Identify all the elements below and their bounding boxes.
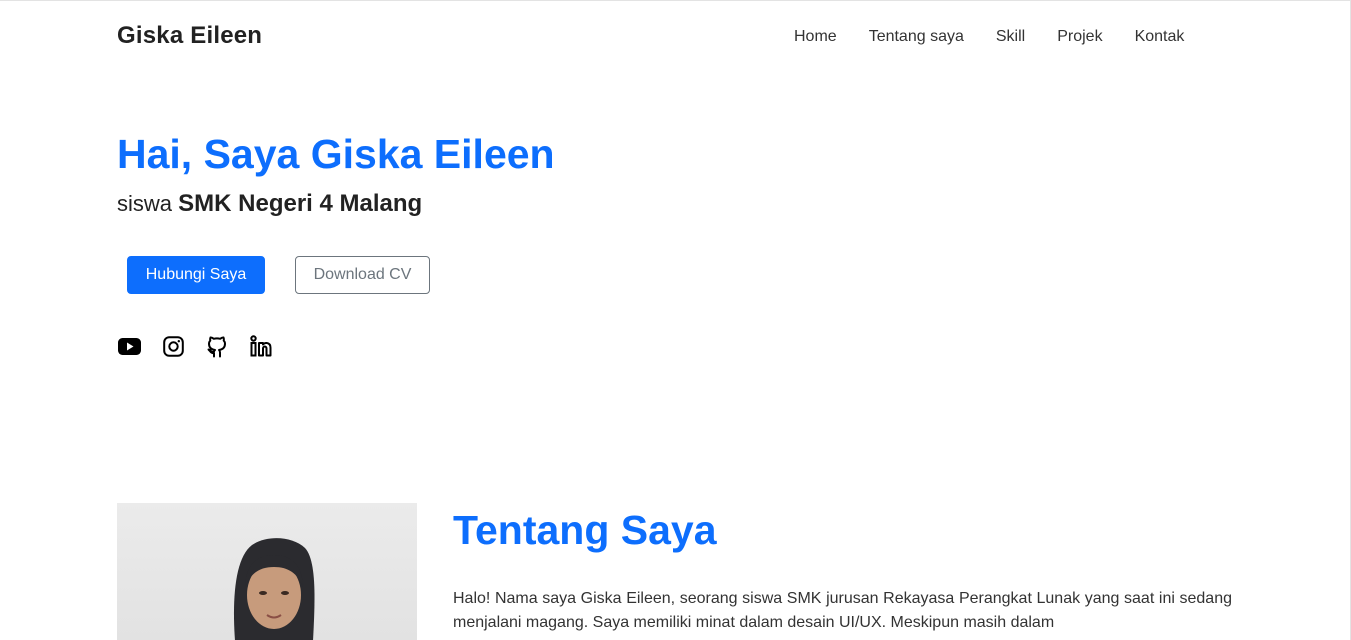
profile-photo (117, 503, 417, 640)
nav-kontak[interactable]: Kontak (1135, 28, 1185, 46)
download-cv-button[interactable]: Download CV (295, 256, 430, 294)
instagram-icon[interactable] (161, 334, 185, 358)
about-title: Tentang Saya (453, 507, 717, 553)
nav-tentang-saya[interactable]: Tentang saya (869, 28, 964, 46)
page: Giska Eileen Home Tentang saya Skill Pro… (0, 0, 1351, 640)
social-links (117, 334, 293, 358)
contact-button[interactable]: Hubungi Saya (127, 256, 265, 294)
main-nav: Home Tentang saya Skill Projek Kontak (794, 28, 1184, 46)
hero-subtitle-prefix: siswa (117, 191, 173, 216)
hero-subtitle: siswa SMK Negeri 4 Malang (117, 190, 422, 218)
hero-title: Hai, Saya Giska Eileen (117, 131, 555, 177)
nav-skill[interactable]: Skill (996, 28, 1025, 46)
brand-logo[interactable]: Giska Eileen (117, 22, 262, 50)
linkedin-icon[interactable] (249, 334, 273, 358)
nav-projek[interactable]: Projek (1057, 28, 1102, 46)
youtube-icon[interactable] (117, 334, 141, 358)
github-icon[interactable] (205, 334, 229, 358)
about-text: Halo! Nama saya Giska Eileen, seorang si… (453, 590, 1232, 631)
hero-subtitle-school: SMK Negeri 4 Malang (178, 190, 423, 217)
nav-home[interactable]: Home (794, 28, 837, 46)
